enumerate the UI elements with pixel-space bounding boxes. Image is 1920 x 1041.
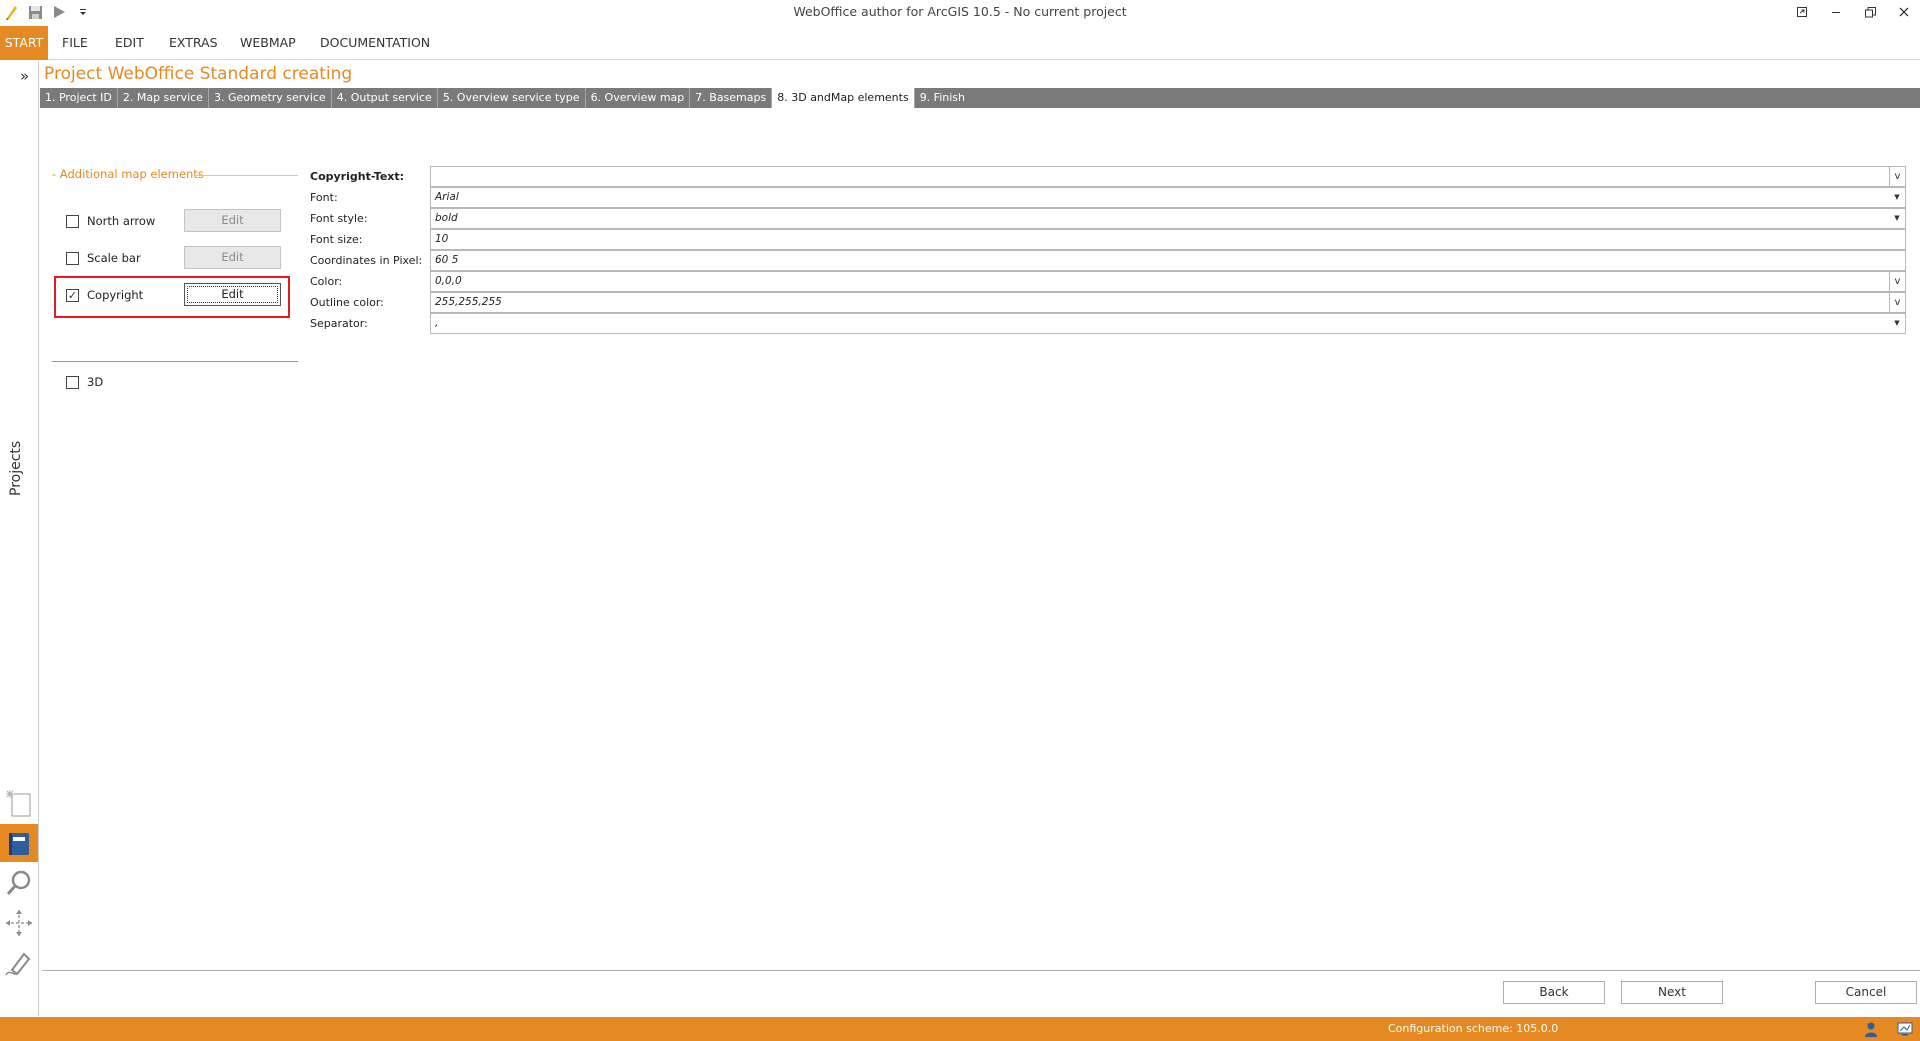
font-size-field[interactable]: 10: [430, 229, 1906, 250]
coordinates-label: Coordinates in Pixel:: [310, 254, 423, 267]
additional-map-elements-heading[interactable]: - Additional map elements: [52, 167, 204, 181]
tab-basemaps[interactable]: 7. Basemaps: [690, 88, 773, 108]
copyright-checkbox[interactable]: ✓: [66, 288, 79, 302]
scale-bar-edit-button[interactable]: Edit: [184, 246, 281, 269]
tab-3d-and-map-elements[interactable]: 8. 3D andMap elements: [772, 88, 915, 108]
next-button[interactable]: Next: [1621, 981, 1723, 1004]
outline-color-label: Outline color:: [310, 296, 384, 309]
north-arrow-option[interactable]: North arrow: [66, 210, 155, 232]
move-tool-icon[interactable]: [0, 904, 38, 942]
section-divider: [196, 175, 298, 176]
status-bar: Configuration scheme: 105.0.0: [0, 1017, 1920, 1041]
projects-panel-label[interactable]: Projects: [8, 441, 24, 496]
font-value: Arial: [435, 191, 459, 203]
outline-color-value: 255,255,255: [435, 296, 502, 308]
configuration-scheme-text: Configuration scheme: 105.0.0: [1388, 1022, 1559, 1035]
outline-color-picker-button[interactable]: v: [1889, 293, 1905, 312]
window-title: WebOffice author for ArcGIS 10.5 - No cu…: [793, 4, 1127, 19]
scale-bar-checkbox[interactable]: [66, 251, 79, 265]
wizard-tabs: 1. Project ID 2. Map service 3. Geometry…: [40, 88, 1920, 108]
color-value: 0,0,0: [435, 275, 462, 287]
menu-file[interactable]: FILE: [62, 26, 88, 60]
outline-color-field[interactable]: 255,255,255 v: [430, 292, 1906, 313]
3d-label: 3D: [87, 375, 104, 389]
font-field[interactable]: Arial ▼: [430, 187, 1906, 208]
cancel-button[interactable]: Cancel: [1815, 981, 1917, 1004]
copyright-label: Copyright: [87, 288, 144, 302]
menu-webmap[interactable]: WEBMAP: [240, 26, 296, 60]
font-size-value: 10: [435, 233, 449, 245]
tab-overview-service-type[interactable]: 5. Overview service type: [438, 88, 586, 108]
window-controls: [1792, 2, 1914, 22]
3d-option[interactable]: 3D: [66, 371, 103, 393]
menu-edit[interactable]: EDIT: [115, 26, 144, 60]
copyright-text-label: Copyright-Text:: [310, 170, 405, 183]
minimize-icon[interactable]: [1826, 2, 1846, 22]
monitor-icon[interactable]: [1896, 1020, 1914, 1038]
separator-dropdown-icon[interactable]: ▼: [1891, 314, 1903, 333]
copyright-edit-button[interactable]: Edit: [184, 283, 281, 306]
expand-sidebar-button[interactable]: »: [20, 67, 29, 85]
menu-documentation[interactable]: DOCUMENTATION: [320, 26, 430, 60]
font-style-value: bold: [435, 212, 458, 224]
copyright-option[interactable]: ✓ Copyright: [66, 284, 143, 306]
font-style-dropdown-icon[interactable]: ▼: [1891, 209, 1903, 228]
color-field[interactable]: 0,0,0 v: [430, 271, 1906, 292]
options-divider: [52, 361, 298, 362]
tab-project-id[interactable]: 1. Project ID: [40, 88, 118, 108]
north-arrow-checkbox[interactable]: [66, 214, 79, 228]
north-arrow-label: North arrow: [87, 214, 156, 228]
separator-label: Separator:: [310, 317, 368, 330]
font-dropdown-icon[interactable]: ▼: [1891, 188, 1903, 207]
page-title: Project WebOffice Standard creating: [44, 64, 353, 84]
color-picker-button[interactable]: v: [1889, 272, 1905, 291]
title-bar: WebOffice author for ArcGIS 10.5 - No cu…: [0, 0, 1920, 24]
font-style-field[interactable]: bold ▼: [430, 208, 1906, 229]
restore-down-icon[interactable]: [1792, 2, 1812, 22]
footer-divider: [42, 970, 1920, 971]
tab-map-service[interactable]: 2. Map service: [118, 88, 209, 108]
coordinates-value: 60 5: [435, 254, 459, 266]
coordinates-field[interactable]: 60 5: [430, 250, 1906, 271]
separator-value: ,: [435, 317, 439, 329]
back-button[interactable]: Back: [1503, 981, 1605, 1004]
project-list-icon[interactable]: [0, 824, 38, 862]
user-icon[interactable]: [1862, 1020, 1880, 1038]
font-size-label: Font size:: [310, 233, 363, 246]
close-icon[interactable]: [1894, 2, 1914, 22]
menu-extras[interactable]: EXTRAS: [169, 26, 218, 60]
left-sidebar: » Projects: [0, 61, 39, 1016]
tab-geometry-service[interactable]: 3. Geometry service: [209, 88, 332, 108]
edit-pen-icon[interactable]: [0, 944, 38, 982]
north-arrow-edit-button[interactable]: Edit: [184, 209, 281, 232]
font-label: Font:: [310, 191, 338, 204]
color-label: Color:: [310, 275, 343, 288]
maximize-icon[interactable]: [1860, 2, 1880, 22]
tab-finish[interactable]: 9. Finish: [915, 88, 970, 108]
tab-overview-map[interactable]: 6. Overview map: [586, 88, 691, 108]
font-style-label: Font style:: [310, 212, 368, 225]
copyright-text-field[interactable]: v: [430, 166, 1906, 187]
menu-start[interactable]: START: [0, 26, 48, 60]
copyright-text-expand-button[interactable]: v: [1889, 167, 1905, 186]
tab-output-service[interactable]: 4. Output service: [332, 88, 438, 108]
3d-checkbox[interactable]: [66, 375, 79, 389]
menu-bar: START FILE EDIT EXTRAS WEBMAP DOCUMENTAT…: [0, 26, 1920, 60]
scale-bar-option[interactable]: Scale bar: [66, 247, 141, 269]
separator-field[interactable]: , ▼: [430, 313, 1906, 334]
scale-bar-label: Scale bar: [87, 251, 141, 265]
new-project-icon[interactable]: [0, 784, 38, 822]
search-icon[interactable]: [0, 864, 38, 902]
